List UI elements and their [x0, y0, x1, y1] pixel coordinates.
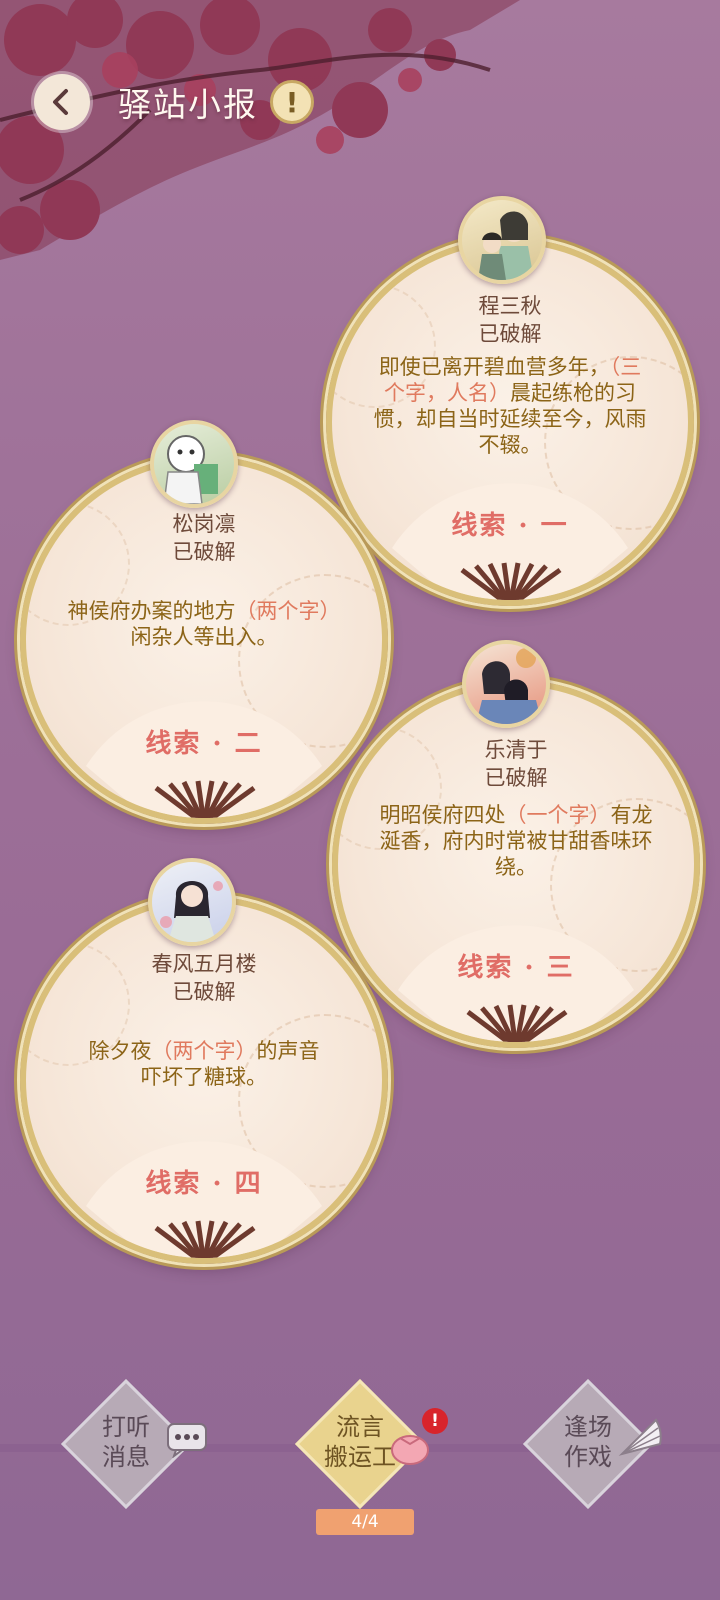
- clue-card-4[interactable]: 春风五月楼 已破解 除夕夜（两个字）的声音吓坏了糖球。 线索 · 四: [20, 896, 388, 1264]
- character-portrait-icon: [163, 435, 218, 504]
- clue-text: 即使已离开碧血营多年，（三个字，人名）晨起练枪的习惯，却自当时延续至今，风雨不辍…: [373, 355, 647, 457]
- avatar[interactable]: [148, 858, 236, 946]
- folding-fan-icon: [86, 1141, 322, 1258]
- clue-label: 线索 · 四: [145, 1169, 263, 1199]
- avatar[interactable]: [150, 420, 238, 508]
- folding-fan-icon: [398, 925, 634, 1042]
- rumor-count: 4/4: [316, 1509, 414, 1535]
- play-scene-button[interactable]: 逢场 作戏: [522, 1378, 662, 1510]
- clue-author: 乐清于: [484, 738, 548, 762]
- chat-bubble-icon: [167, 1423, 207, 1458]
- clue-status: 已破解: [172, 980, 236, 1004]
- rumor-porter-button[interactable]: 流言 搬运工 !: [294, 1378, 448, 1510]
- character-portrait-icon: [160, 881, 223, 942]
- clue-status: 已破解: [172, 540, 236, 564]
- clue-text: 明昭侯府四处（一个字）有龙涎香，府内时常被甘甜香味环绕。: [379, 803, 653, 879]
- character-portrait-icon: [476, 648, 542, 724]
- clue-author: 春风五月楼: [151, 952, 257, 976]
- avatar[interactable]: [462, 640, 550, 728]
- info-button[interactable]: !: [270, 80, 314, 124]
- clue-author: 松岗凛: [172, 512, 236, 536]
- clue-text: 除夕夜（两个字）的声音吓坏了糖球。: [88, 1039, 320, 1089]
- page-title: 驿站小报: [118, 85, 258, 124]
- inquire-news-button[interactable]: 打听 消息: [60, 1378, 207, 1510]
- clue-status: 已破解: [478, 322, 542, 346]
- notification-badge: !: [422, 1408, 448, 1434]
- clue-label: 线索 · 二: [145, 729, 263, 759]
- clue-card-2[interactable]: 松岗凛 已破解 神侯府办案的地方（两个字）闲杂人等出入。 线索 · 二: [20, 456, 388, 824]
- character-portrait-icon: [478, 211, 534, 280]
- clue-card-3[interactable]: 乐清于 已破解 明昭侯府四处（一个字）有龙涎香，府内时常被甘甜香味环绕。 线索 …: [332, 680, 700, 1048]
- clue-label: 线索 · 一: [451, 511, 569, 541]
- folding-fan-icon: [86, 701, 322, 818]
- fan-icon: [618, 1418, 662, 1456]
- avatar[interactable]: [458, 196, 546, 284]
- clue-text: 神侯府办案的地方（两个字）闲杂人等出入。: [67, 599, 341, 649]
- back-arrow-icon: [53, 89, 68, 115]
- clue-status: 已破解: [484, 766, 548, 790]
- folding-fan-icon: [392, 483, 628, 600]
- back-button[interactable]: [34, 74, 90, 130]
- header: 驿站小报 !: [0, 60, 720, 140]
- clue-label: 线索 · 三: [457, 953, 575, 983]
- clue-author: 程三秋: [478, 294, 542, 318]
